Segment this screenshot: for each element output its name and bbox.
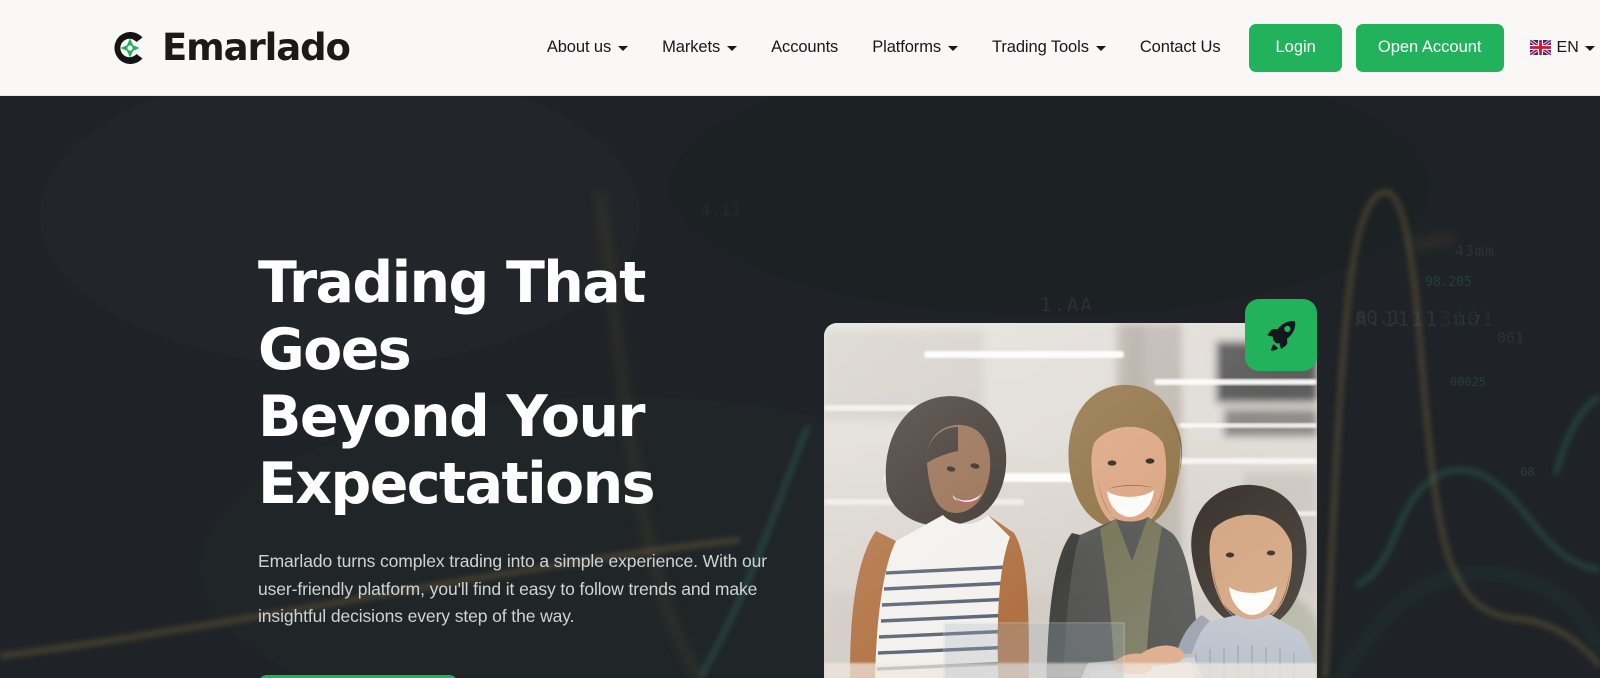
rocket-badge[interactable] bbox=[1245, 299, 1317, 371]
main-navigation: About us Markets Accounts Platforms Trad… bbox=[530, 23, 1595, 72]
nav-item-trading-tools[interactable]: Trading Tools bbox=[975, 38, 1123, 57]
landing-page: Emarlado About us Markets Accounts Platf… bbox=[0, 0, 1600, 678]
hero-subtitle: Emarlado turns complex trading into a si… bbox=[258, 551, 768, 626]
nav-label: About us bbox=[546, 38, 612, 56]
nav-label: Platforms bbox=[872, 38, 942, 56]
login-button[interactable]: Login bbox=[1249, 23, 1342, 72]
nav-item-platforms[interactable]: Platforms bbox=[855, 38, 975, 57]
chevron-down-icon bbox=[618, 46, 629, 51]
nav-item-accounts[interactable]: Accounts bbox=[754, 38, 855, 57]
site-header: Emarlado About us Markets Accounts Platf… bbox=[0, 0, 1600, 96]
chevron-down-icon bbox=[1095, 46, 1106, 51]
hero-photo-image bbox=[824, 323, 1317, 678]
chevron-down-icon bbox=[727, 46, 738, 51]
hero-photo bbox=[824, 323, 1317, 678]
uk-flag-icon bbox=[1529, 40, 1551, 55]
brand-name: Emarlado bbox=[162, 26, 351, 69]
nav-label: Accounts bbox=[771, 38, 839, 56]
brand-logo[interactable]: Emarlado bbox=[108, 26, 351, 70]
nav-item-markets[interactable]: Markets bbox=[645, 38, 754, 57]
language-selector[interactable]: EN bbox=[1529, 38, 1595, 57]
nav-label: Markets bbox=[662, 38, 721, 56]
nav-item-contact-us[interactable]: Contact Us bbox=[1123, 38, 1238, 57]
nav-label: Trading Tools bbox=[992, 38, 1089, 56]
emarlado-circle-diamond-logo-icon bbox=[108, 26, 152, 70]
rocket-icon bbox=[1267, 321, 1296, 351]
open-account-button-hero[interactable]: Open Account bbox=[258, 674, 459, 678]
language-code: EN bbox=[1556, 38, 1579, 56]
nav-label: Contact Us bbox=[1139, 38, 1221, 56]
hero-copy: Trading That Goes Beyond Your Expectatio… bbox=[258, 250, 788, 678]
nav-item-about-us[interactable]: About us bbox=[530, 38, 645, 57]
chevron-down-icon bbox=[1584, 46, 1595, 51]
hero-section: 1.AA 43mm 061 A.1111 A.11113101 00.1 4.1… bbox=[0, 96, 1600, 678]
hero-title: Trading That Goes Beyond Your Expectatio… bbox=[258, 250, 656, 517]
open-account-button-header[interactable]: Open Account bbox=[1355, 23, 1504, 72]
chevron-down-icon bbox=[948, 46, 959, 51]
